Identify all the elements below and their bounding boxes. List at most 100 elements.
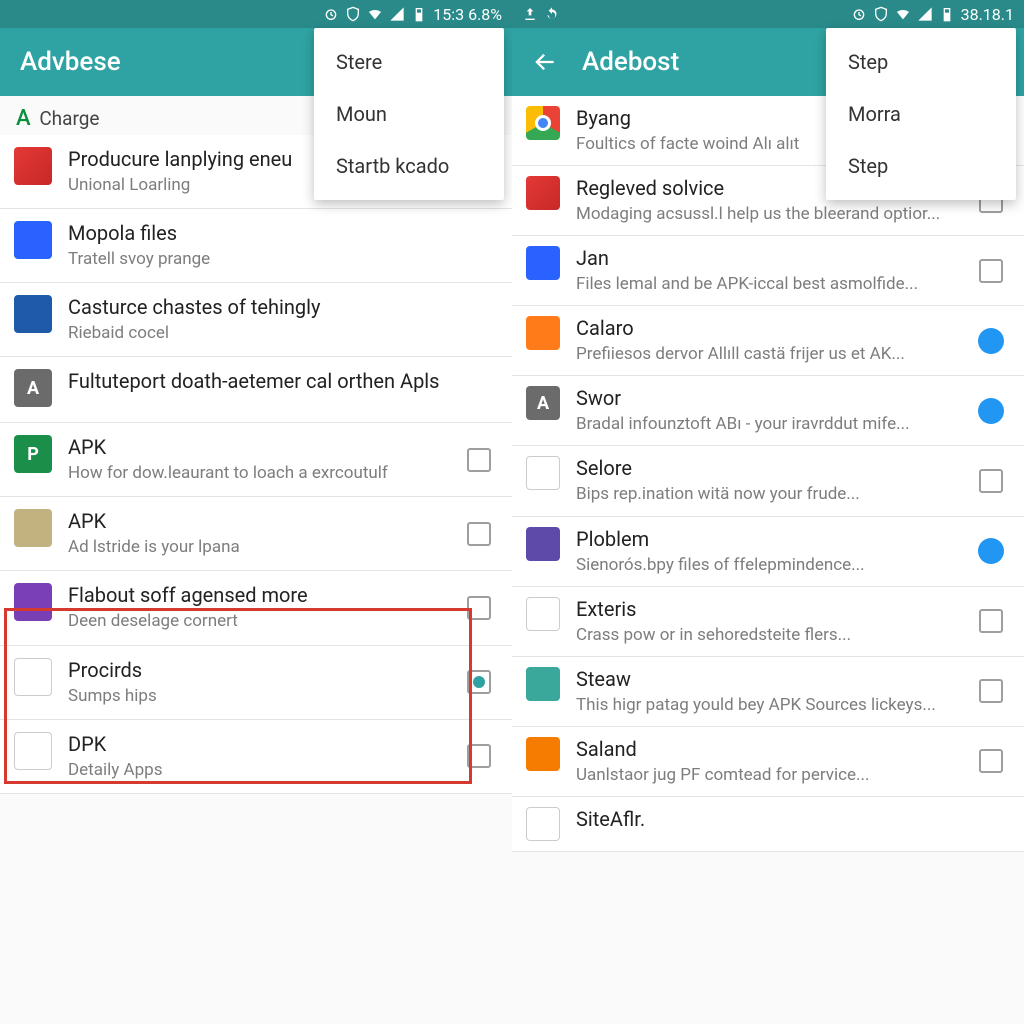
app-icon bbox=[526, 527, 560, 561]
item-title: Exteris bbox=[576, 597, 968, 622]
item-title: Casturce chastes of tehingly bbox=[68, 295, 456, 320]
menu-item[interactable]: Moun bbox=[314, 88, 504, 140]
app-title-left: Advbese bbox=[20, 47, 121, 77]
statusbar-right: 38.18.1 bbox=[512, 0, 1024, 28]
app-icon bbox=[14, 147, 52, 185]
app-icon bbox=[526, 246, 560, 280]
menu-item[interactable]: Step bbox=[826, 140, 1016, 192]
toggle-on[interactable] bbox=[978, 328, 1004, 354]
menu-item[interactable]: Morra bbox=[826, 88, 1016, 140]
item-subtitle: Prefiiesos dervor Allıll castä frijer us… bbox=[576, 343, 968, 365]
checkbox[interactable] bbox=[979, 609, 1003, 633]
app-icon bbox=[14, 509, 52, 547]
list-item[interactable]: ExterisCrass pow or in sehoredsteite fle… bbox=[512, 587, 1024, 657]
item-title: Selore bbox=[576, 456, 968, 481]
item-subtitle: Ad lstride is your lpana bbox=[68, 536, 456, 558]
list-item[interactable]: ProcirdsSumps hips bbox=[0, 646, 512, 720]
list-item[interactable]: SalandUanlstaor jug PF comtead for pervi… bbox=[512, 727, 1024, 797]
checkbox[interactable] bbox=[467, 448, 491, 472]
list-right: ByangFoultics of facte woind Alı alıtReg… bbox=[512, 96, 1024, 852]
list-item[interactable]: Mopola filesTratell svoy prange bbox=[0, 209, 512, 283]
app-icon bbox=[14, 221, 52, 259]
list-item[interactable]: SiteAflr. bbox=[512, 797, 1024, 852]
list-item[interactable]: PloblemSienorós.bpy files of ffelepminde… bbox=[512, 517, 1024, 587]
list-item[interactable]: A Fultuteport doath-aetemer cal orthen Ap… bbox=[0, 357, 512, 423]
checkbox-checked[interactable] bbox=[467, 670, 491, 694]
toggle-on[interactable] bbox=[978, 538, 1004, 564]
item-subtitle: Uanlstaor jug PF comtead for pervice... bbox=[576, 764, 968, 786]
app-icon bbox=[14, 732, 52, 770]
item-subtitle: Sienorós.bpy files of ffelepmindence... bbox=[576, 554, 968, 576]
shield-icon bbox=[345, 6, 361, 22]
app-icon bbox=[526, 807, 560, 841]
item-title: Swor bbox=[576, 386, 968, 411]
overflow-menu-left: StereMounStartb kcado bbox=[314, 28, 504, 200]
checkbox[interactable] bbox=[467, 522, 491, 546]
list-item[interactable]: Flabout soff agensed moreDeen deselage c… bbox=[0, 571, 512, 645]
menu-item[interactable]: Stere bbox=[314, 36, 504, 88]
menu-item[interactable]: Startb kcado bbox=[314, 140, 504, 192]
item-subtitle: Detaily Apps bbox=[68, 759, 456, 781]
item-title: Procirds bbox=[68, 658, 456, 683]
app-icon bbox=[14, 295, 52, 333]
checkbox[interactable] bbox=[979, 679, 1003, 703]
checkbox[interactable] bbox=[467, 744, 491, 768]
item-title: APK bbox=[68, 435, 456, 460]
app-icon bbox=[526, 106, 560, 140]
screen-right: 38.18.1 Adebost ByangFoultics of facte w… bbox=[512, 0, 1024, 1024]
item-subtitle: Tratell svoy prange bbox=[68, 248, 456, 270]
app-icon bbox=[526, 176, 560, 210]
item-subtitle: Sumps hips bbox=[68, 685, 456, 707]
list-item[interactable]: Casturce chastes of tehinglyRiebaid coce… bbox=[0, 283, 512, 357]
list-item[interactable]: JanFiles lemal and be APK-iccal best asm… bbox=[512, 236, 1024, 306]
list-item[interactable]: A SworBradal infounztoft ABı - your iravr… bbox=[512, 376, 1024, 446]
item-subtitle: Riebaid cocel bbox=[68, 322, 456, 344]
checkbox[interactable] bbox=[979, 749, 1003, 773]
item-subtitle: Deen deselage cornert bbox=[68, 610, 456, 632]
battery-icon bbox=[411, 6, 427, 22]
list-item[interactable]: APKAd lstride is your lpana bbox=[0, 497, 512, 571]
item-subtitle: Crass pow or in sehoredsteite flers... bbox=[576, 624, 968, 646]
list-item[interactable]: SteawThis higr patag yould bey APK Sourc… bbox=[512, 657, 1024, 727]
list-item[interactable]: DPKDetaily Apps bbox=[0, 720, 512, 794]
app-icon bbox=[526, 316, 560, 350]
menu-item[interactable]: Step bbox=[826, 36, 1016, 88]
item-subtitle: Bradal infounztoft ABı - your iravrddut … bbox=[576, 413, 968, 435]
app-icon: A bbox=[14, 369, 52, 407]
checkbox[interactable] bbox=[467, 596, 491, 620]
status-time-right: 38.18.1 bbox=[961, 5, 1014, 24]
item-subtitle: Files lemal and be APK-iccal best asmolf… bbox=[576, 273, 968, 295]
app-title-right: Adebost bbox=[582, 47, 679, 77]
list-item[interactable]: CalaroPrefiiesos dervor Allıll castä fri… bbox=[512, 306, 1024, 376]
item-title: Fultuteport doath-aetemer cal orthen Apl… bbox=[68, 369, 456, 394]
app-icon: P bbox=[14, 435, 52, 473]
alarm-icon bbox=[851, 6, 867, 22]
app-icon bbox=[14, 658, 52, 696]
item-title: Steaw bbox=[576, 667, 968, 692]
item-title: SiteAflr. bbox=[576, 807, 968, 832]
item-title: Ploblem bbox=[576, 527, 968, 552]
status-time-left: 15:3 6.8% bbox=[433, 5, 502, 24]
checkbox[interactable] bbox=[979, 259, 1003, 283]
screen-left: 15:3 6.8% Advbese A Charge Producure lan… bbox=[0, 0, 512, 1024]
back-button[interactable] bbox=[532, 49, 558, 75]
app-icon: A bbox=[526, 386, 560, 420]
item-title: APK bbox=[68, 509, 456, 534]
checkbox[interactable] bbox=[979, 469, 1003, 493]
item-title: Jan bbox=[576, 246, 968, 271]
toggle-on[interactable] bbox=[978, 398, 1004, 424]
list-item[interactable]: SeloreBips rep.ination witä now your fru… bbox=[512, 446, 1024, 516]
list-item[interactable]: P APKHow for dow.leaurant to loach a exrc… bbox=[0, 423, 512, 497]
item-subtitle: Bips rep.ination witä now your frude... bbox=[576, 483, 968, 505]
item-subtitle: How for dow.leaurant to loach a exrcoutu… bbox=[68, 462, 456, 484]
overflow-menu-right: StepMorraStep bbox=[826, 28, 1016, 200]
item-title: Flabout soff agensed more bbox=[68, 583, 456, 608]
app-icon bbox=[526, 737, 560, 771]
list-left: Producure lanplying eneuUnional Loarling… bbox=[0, 135, 512, 794]
app-icon bbox=[14, 583, 52, 621]
item-subtitle: Modaging acsussl.l help us the bleerand … bbox=[576, 203, 968, 225]
item-title: Calaro bbox=[576, 316, 968, 341]
item-subtitle: This higr patag yould bey APK Sources li… bbox=[576, 694, 968, 716]
refresh-icon bbox=[544, 6, 560, 22]
alarm-icon bbox=[323, 6, 339, 22]
